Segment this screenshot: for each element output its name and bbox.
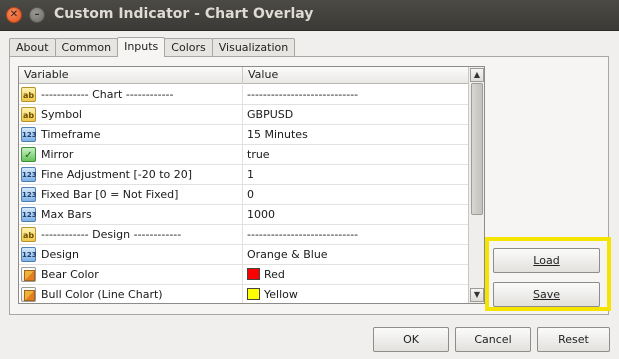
grid-header: Variable Value [19, 67, 468, 84]
window-title: Custom Indicator - Chart Overlay [54, 6, 314, 22]
checkbox-icon: ✓ [21, 147, 36, 162]
grid-rows: ab ------------ Chart ------------ -------… [19, 85, 468, 303]
variable-name: Fine Adjustment [-20 to 20] [41, 168, 193, 181]
vertical-scrollbar[interactable]: ▲ ▼ [468, 67, 484, 303]
table-row[interactable]: 123 Fine Adjustment [-20 to 20] 1 [19, 165, 468, 185]
inputs-grid: Variable Value ab ------------ Chart ----… [18, 66, 485, 304]
load-button[interactable]: Load [493, 248, 600, 273]
value-cell[interactable]: GBPUSD [243, 105, 468, 124]
cancel-button[interactable]: Cancel [455, 327, 531, 352]
dialog-window: ✕ – Custom Indicator - Chart Overlay Abo… [0, 0, 619, 359]
minimize-icon[interactable]: – [29, 7, 45, 23]
variable-name: Symbol [41, 108, 82, 121]
variable-name: Fixed Bar [0 = Not Fixed] [41, 188, 179, 201]
tab-common[interactable]: Common [54, 38, 119, 57]
number-icon: 123 [21, 247, 37, 262]
variable-cell: ab ------------ Design ------------ [19, 225, 243, 244]
value-cell[interactable]: 1000 [243, 205, 468, 224]
variable-cell: 123 Fine Adjustment [-20 to 20] [19, 165, 243, 184]
value-cell[interactable]: ---------------------------- [243, 225, 468, 244]
value-cell[interactable]: 0 [243, 185, 468, 204]
tab-colors[interactable]: Colors [164, 38, 213, 57]
tab-inputs[interactable]: Inputs [117, 37, 166, 57]
text-icon: ab [21, 107, 36, 122]
table-row[interactable]: ab ------------ Design ------------ ------… [19, 225, 468, 245]
color-icon [21, 267, 36, 282]
number-icon: 123 [21, 187, 37, 202]
number-icon: 123 [21, 207, 37, 222]
color-swatch[interactable] [247, 268, 260, 280]
variable-name: Design [41, 248, 79, 261]
table-row[interactable]: Bear Color Red [19, 265, 468, 285]
table-row[interactable]: 123 Timeframe 15 Minutes [19, 125, 468, 145]
table-row[interactable]: ab ------------ Chart ------------ -------… [19, 85, 468, 105]
number-icon: 123 [21, 127, 37, 142]
variable-name: ------------ Chart ------------ [41, 88, 174, 101]
variable-cell: 123 Fixed Bar [0 = Not Fixed] [19, 185, 243, 204]
value-text: Orange & Blue [247, 248, 328, 261]
value-cell[interactable]: ---------------------------- [243, 85, 468, 104]
scroll-thumb[interactable] [471, 83, 483, 215]
color-swatch[interactable] [247, 288, 260, 300]
variable-cell: ab ------------ Chart ------------ [19, 85, 243, 104]
reset-button[interactable]: Reset [537, 327, 610, 352]
value-text: 15 Minutes [247, 128, 308, 141]
scroll-down-icon[interactable]: ▼ [470, 288, 484, 302]
value-cell[interactable]: true [243, 145, 468, 164]
variable-cell: Bear Color [19, 265, 243, 284]
variable-name: Max Bars [41, 208, 92, 221]
scroll-up-icon[interactable]: ▲ [470, 68, 484, 82]
title-bar[interactable]: ✕ – Custom Indicator - Chart Overlay [0, 0, 619, 31]
value-cell[interactable]: 15 Minutes [243, 125, 468, 144]
table-row[interactable]: 123 Max Bars 1000 [19, 205, 468, 225]
table-row[interactable]: 123 Design Orange & Blue [19, 245, 468, 265]
table-row[interactable]: ✓ Mirror true [19, 145, 468, 165]
variable-cell: ab Symbol [19, 105, 243, 124]
column-header-variable[interactable]: Variable [19, 67, 243, 84]
variable-cell: ✓ Mirror [19, 145, 243, 164]
value-text: 1 [247, 168, 254, 181]
variable-cell: 123 Timeframe [19, 125, 243, 144]
value-cell[interactable]: 1 [243, 165, 468, 184]
variable-name: Bear Color [41, 268, 99, 281]
text-icon: ab [21, 87, 36, 102]
tab-bar: About Common Inputs Colors Visualization [9, 37, 296, 57]
variable-cell: 123 Max Bars [19, 205, 243, 224]
variable-name: Mirror [41, 148, 74, 161]
value-cell[interactable]: Red [243, 265, 468, 284]
value-cell[interactable]: Orange & Blue [243, 245, 468, 264]
value-text: Red [264, 268, 285, 281]
tab-about[interactable]: About [9, 38, 56, 57]
value-cell[interactable]: Yellow [243, 285, 468, 303]
variable-name: Bull Color (Line Chart) [41, 288, 163, 301]
variable-name: ------------ Design ------------ [41, 228, 182, 241]
variable-cell: Bull Color (Line Chart) [19, 285, 243, 303]
number-icon: 123 [21, 167, 37, 182]
variable-cell: 123 Design [19, 245, 243, 264]
table-row[interactable]: Bull Color (Line Chart) Yellow [19, 285, 468, 303]
color-icon [21, 287, 36, 302]
value-text: 1000 [247, 208, 275, 221]
tab-visualization[interactable]: Visualization [211, 38, 296, 57]
value-text: ---------------------------- [247, 88, 359, 101]
table-row[interactable]: 123 Fixed Bar [0 = Not Fixed] 0 [19, 185, 468, 205]
table-row[interactable]: ab Symbol GBPUSD [19, 105, 468, 125]
value-text: GBPUSD [247, 108, 294, 121]
value-text: true [247, 148, 270, 161]
column-header-value[interactable]: Value [243, 67, 468, 84]
close-icon[interactable]: ✕ [6, 7, 22, 23]
ok-button[interactable]: OK [373, 327, 449, 352]
value-text: 0 [247, 188, 254, 201]
value-text: ---------------------------- [247, 228, 359, 241]
save-button[interactable]: Save [493, 282, 600, 307]
text-icon: ab [21, 227, 36, 242]
value-text: Yellow [264, 288, 298, 301]
variable-name: Timeframe [41, 128, 101, 141]
